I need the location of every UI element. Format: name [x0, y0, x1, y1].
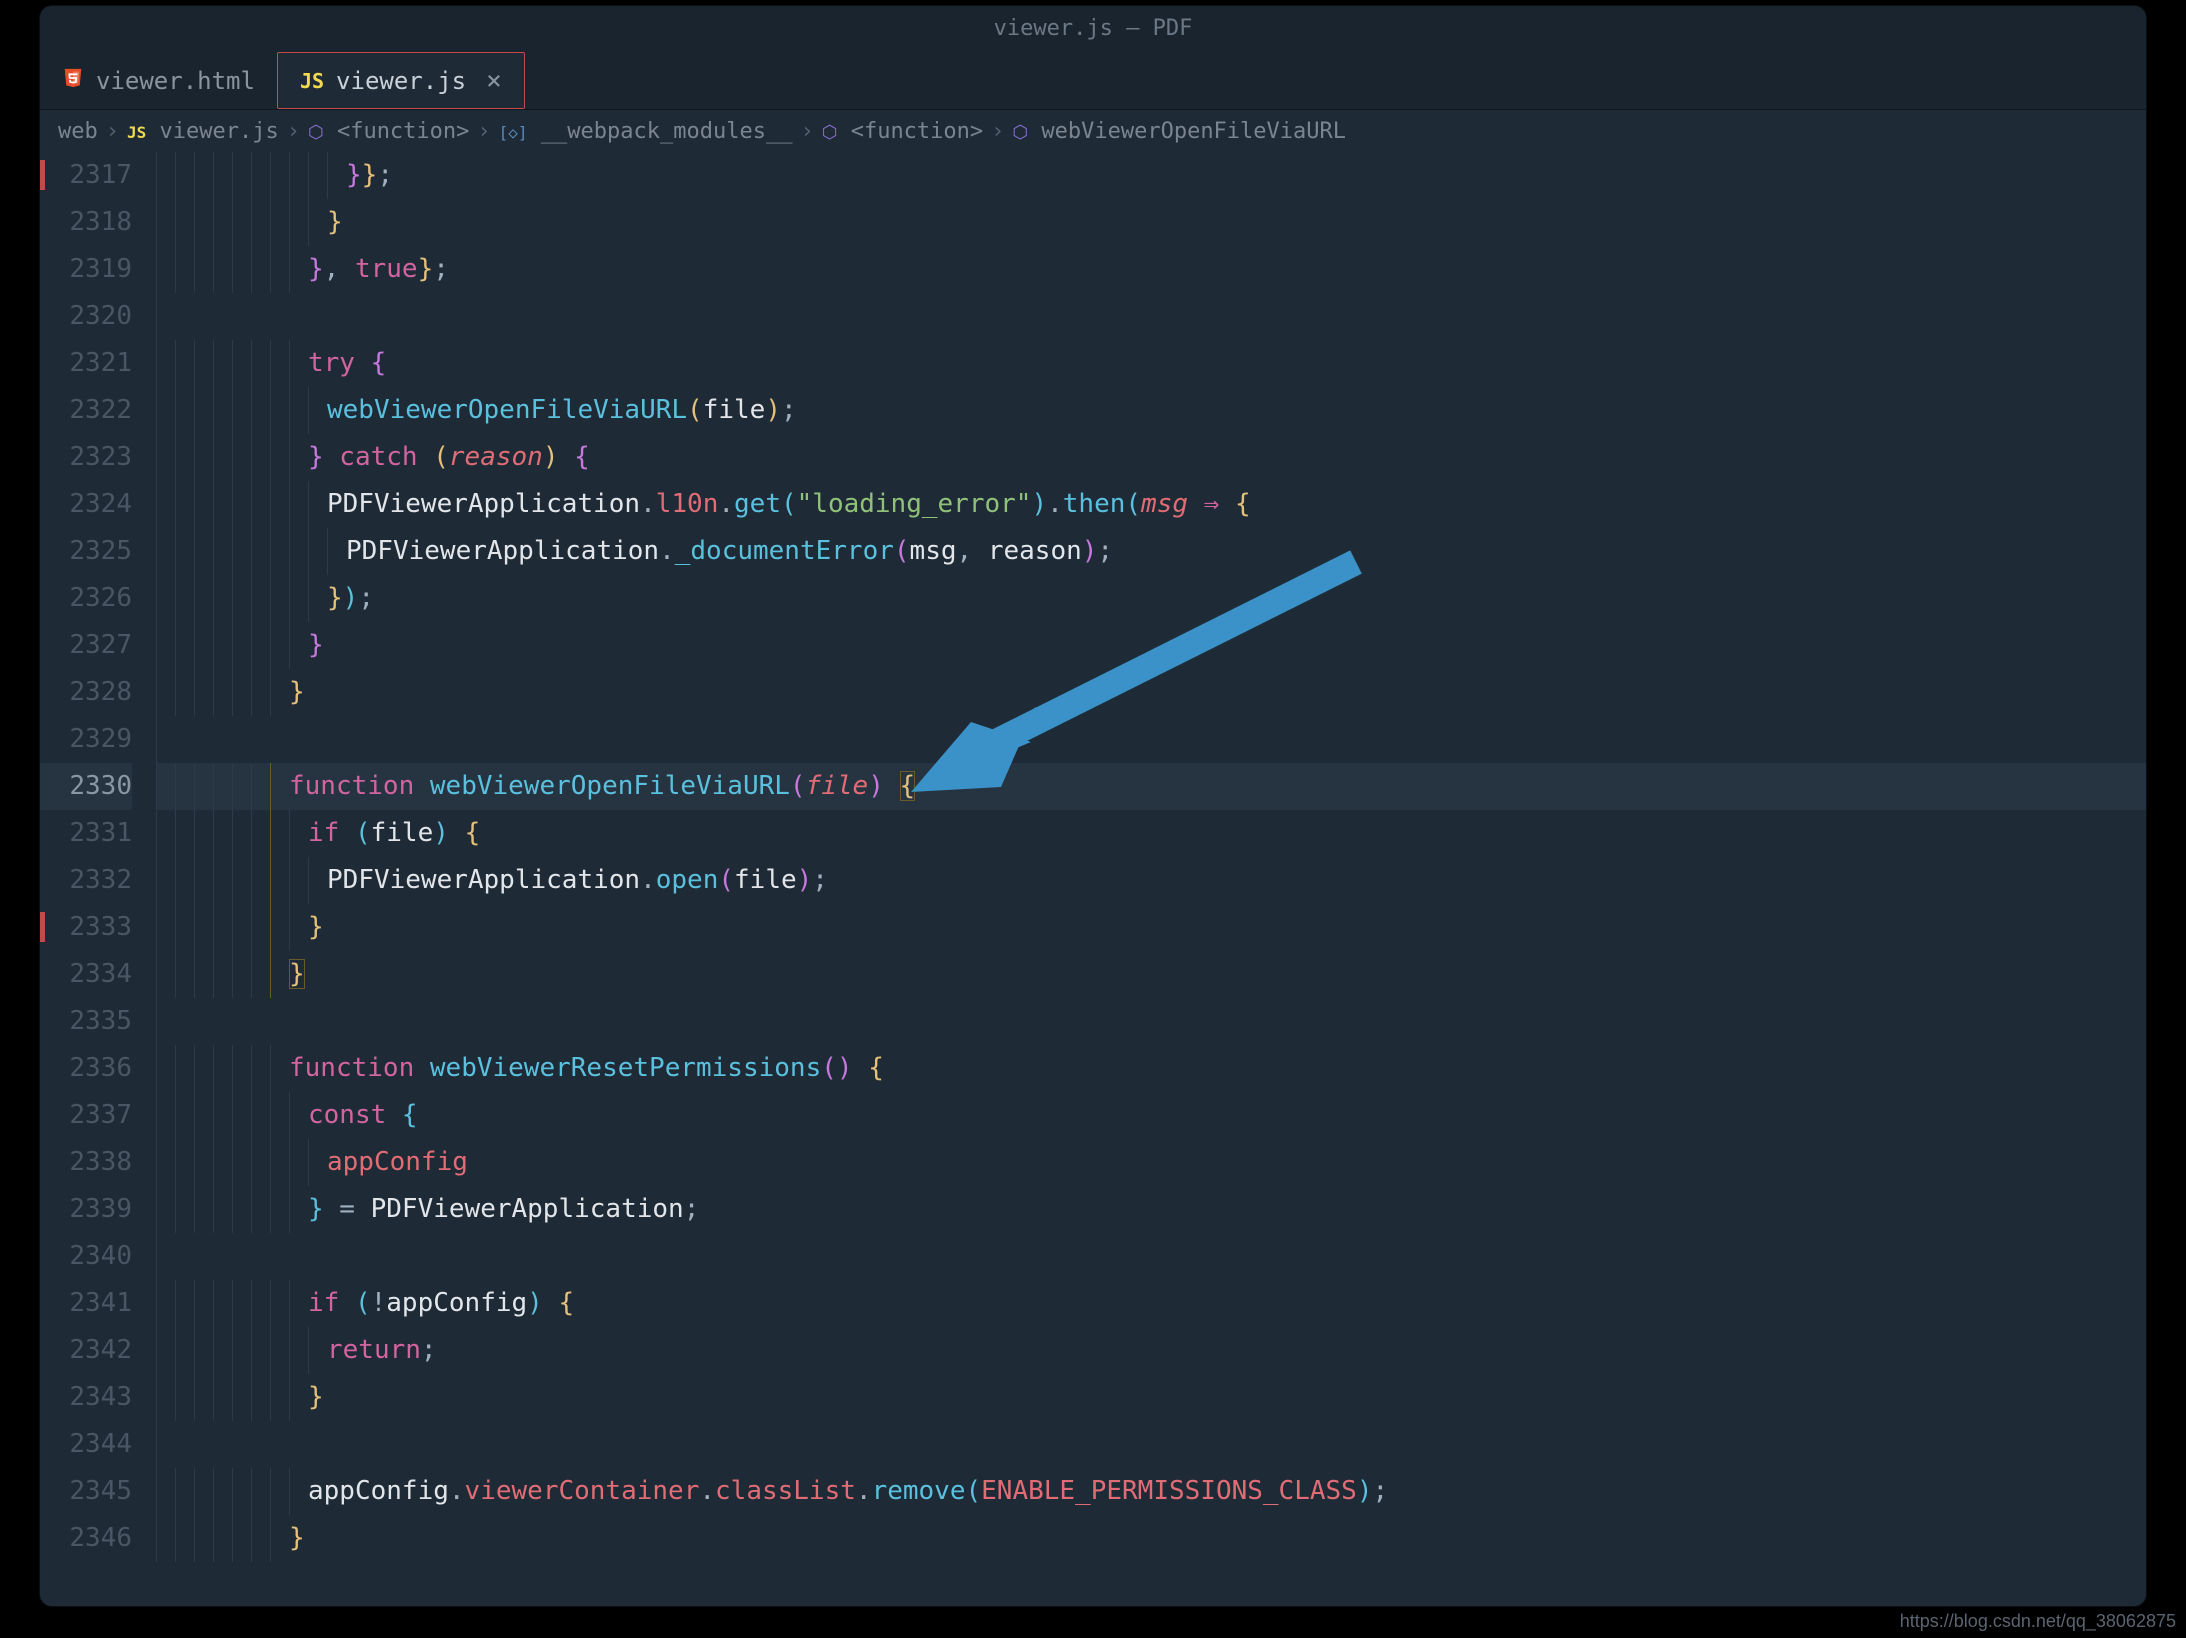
- code-line[interactable]: if (!appConfig) {: [156, 1280, 2146, 1327]
- tab-bar: viewer.html JS viewer.js ×: [40, 52, 2146, 110]
- line-number: 2334: [40, 951, 132, 998]
- symbol-method-icon: ⬡: [822, 122, 838, 143]
- code-line[interactable]: PDFViewerApplication.l10n.get("loading_e…: [156, 481, 2146, 528]
- breadcrumb-segment[interactable]: ⬡ <function>: [822, 119, 983, 144]
- symbol-method-icon: ⬡: [1012, 122, 1028, 143]
- line-number: 2325: [40, 528, 132, 575]
- chevron-right-icon: ›: [991, 119, 1004, 144]
- code-line[interactable]: }: [156, 1374, 2146, 1421]
- chevron-right-icon: ›: [287, 119, 300, 144]
- breadcrumb-label: viewer.js: [160, 119, 279, 144]
- code-line[interactable]: });: [156, 575, 2146, 622]
- code-line[interactable]: PDFViewerApplication._documentError(msg,…: [156, 528, 2146, 575]
- code-line[interactable]: }: [156, 622, 2146, 669]
- breadcrumb-segment[interactable]: [◇] __webpack_modules__: [499, 119, 793, 144]
- tab-label: viewer.js: [336, 67, 466, 95]
- breadcrumb-segment[interactable]: ⬡ <function>: [308, 119, 469, 144]
- line-number: 2338: [40, 1139, 132, 1186]
- symbol-variable-icon: [◇]: [499, 123, 528, 142]
- code-line[interactable]: const {: [156, 1092, 2146, 1139]
- symbol-method-icon: ⬡: [308, 122, 324, 143]
- line-number: 2318: [40, 199, 132, 246]
- line-number: 2345: [40, 1468, 132, 1515]
- line-number: 2326: [40, 575, 132, 622]
- code-line[interactable]: }, true};: [156, 246, 2146, 293]
- close-icon[interactable]: ×: [486, 66, 502, 96]
- code-line[interactable]: }};: [156, 152, 2146, 199]
- breadcrumb-label: <function>: [851, 119, 983, 144]
- code-line[interactable]: try {: [156, 340, 2146, 387]
- breadcrumb-segment[interactable]: web: [58, 119, 98, 144]
- line-number: 2328: [40, 669, 132, 716]
- code-line[interactable]: PDFViewerApplication.open(file);: [156, 857, 2146, 904]
- html5-icon: [62, 67, 84, 95]
- line-number: 2327: [40, 622, 132, 669]
- line-number: 2341: [40, 1280, 132, 1327]
- line-number: 2332: [40, 857, 132, 904]
- window-title: viewer.js — PDF: [40, 6, 2146, 52]
- code-line[interactable]: }: [156, 199, 2146, 246]
- line-number: 2320: [40, 293, 132, 340]
- line-number: 2336: [40, 1045, 132, 1092]
- line-number: 2344: [40, 1421, 132, 1468]
- code-line[interactable]: [156, 998, 2146, 1045]
- line-number: 2321: [40, 340, 132, 387]
- line-number: 2317: [40, 152, 132, 199]
- line-number: 2337: [40, 1092, 132, 1139]
- code-line[interactable]: }: [156, 904, 2146, 951]
- code-line[interactable]: }: [156, 951, 2146, 998]
- breadcrumb-segment[interactable]: JS viewer.js: [127, 119, 279, 144]
- chevron-right-icon: ›: [800, 119, 813, 144]
- line-number: 2322: [40, 387, 132, 434]
- breadcrumb-segment[interactable]: ⬡ webViewerOpenFileViaURL: [1012, 119, 1346, 144]
- editor-window: viewer.js — PDF viewer.html JS viewer.js…: [40, 6, 2146, 1606]
- line-number: 2331: [40, 810, 132, 857]
- gutter-mark: [40, 912, 45, 942]
- code-line[interactable]: }: [156, 669, 2146, 716]
- code-editor[interactable]: 2317231823192320232123222323232423252326…: [40, 152, 2146, 1606]
- line-gutter: 2317231823192320232123222323232423252326…: [40, 152, 156, 1606]
- line-number: 2339: [40, 1186, 132, 1233]
- code-line[interactable]: }: [156, 1515, 2146, 1562]
- code-line[interactable]: [156, 716, 2146, 763]
- code-line[interactable]: [156, 1233, 2146, 1280]
- breadcrumb-label: web: [58, 119, 98, 144]
- tab-viewer-html[interactable]: viewer.html: [40, 52, 277, 109]
- line-number: 2323: [40, 434, 132, 481]
- line-number: 2343: [40, 1374, 132, 1421]
- breadcrumb-label: webViewerOpenFileViaURL: [1041, 119, 1346, 144]
- js-icon: JS: [127, 123, 146, 142]
- watermark-text: https://blog.csdn.net/qq_38062875: [1900, 1611, 2176, 1632]
- line-number: 2330: [40, 763, 132, 810]
- line-number: 2342: [40, 1327, 132, 1374]
- tab-label: viewer.html: [96, 67, 255, 95]
- line-number: 2324: [40, 481, 132, 528]
- chevron-right-icon: ›: [477, 119, 490, 144]
- line-number: 2329: [40, 716, 132, 763]
- code-line[interactable]: appConfig.viewerContainer.classList.remo…: [156, 1468, 2146, 1515]
- breadcrumb-label: <function>: [337, 119, 469, 144]
- line-number: 2346: [40, 1515, 132, 1562]
- line-number: 2340: [40, 1233, 132, 1280]
- line-number: 2335: [40, 998, 132, 1045]
- chevron-right-icon: ›: [106, 119, 119, 144]
- code-line[interactable]: function webViewerOpenFileViaURL(file) {: [156, 763, 2146, 810]
- code-area[interactable]: }};}}, true};try {webViewerOpenFileViaUR…: [156, 152, 2146, 1606]
- line-number: 2333: [40, 904, 132, 951]
- code-line[interactable]: [156, 1421, 2146, 1468]
- code-line[interactable]: webViewerOpenFileViaURL(file);: [156, 387, 2146, 434]
- breadcrumb[interactable]: web › JS viewer.js › ⬡ <function> › [◇] __webp…: [40, 110, 2146, 152]
- tab-viewer-js[interactable]: JS viewer.js ×: [277, 52, 525, 109]
- code-line[interactable]: return;: [156, 1327, 2146, 1374]
- code-line[interactable]: } = PDFViewerApplication;: [156, 1186, 2146, 1233]
- code-line[interactable]: appConfig: [156, 1139, 2146, 1186]
- code-line[interactable]: [156, 293, 2146, 340]
- breadcrumb-label: __webpack_modules__: [541, 119, 793, 144]
- code-line[interactable]: if (file) {: [156, 810, 2146, 857]
- js-icon: JS: [300, 69, 324, 93]
- gutter-mark: [40, 160, 45, 190]
- code-line[interactable]: } catch (reason) {: [156, 434, 2146, 481]
- line-number: 2319: [40, 246, 132, 293]
- code-line[interactable]: function webViewerResetPermissions() {: [156, 1045, 2146, 1092]
